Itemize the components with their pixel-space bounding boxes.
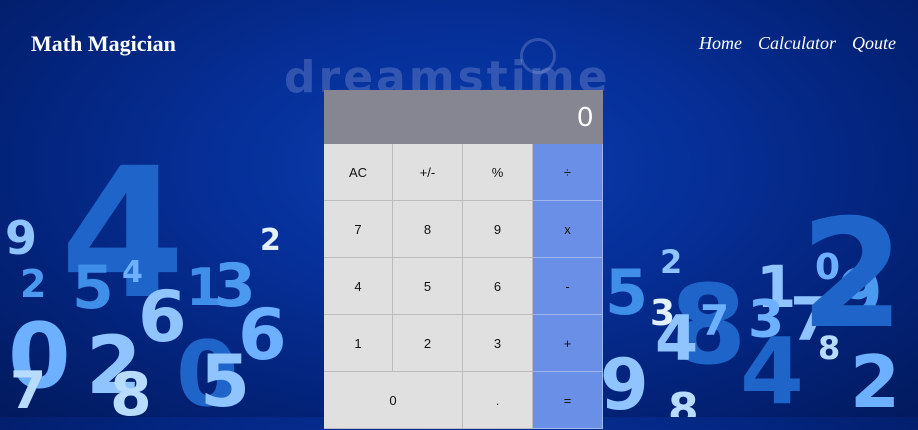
main-nav: Home Calculator Qoute [683,33,896,54]
key-decimal[interactable]: . [463,372,533,429]
bg-digit: 8 [110,360,152,417]
key-1[interactable]: 1 [324,315,393,372]
key-percent[interactable]: % [463,144,533,201]
nav-link-home[interactable]: Home [699,33,742,54]
bg-digit: 9 [600,344,649,417]
nav-link-calculator[interactable]: Calculator [758,33,836,54]
brand-title: Math Magician [31,31,176,56]
bg-digit: 7 [700,296,730,345]
bg-digit: 2 [850,340,901,417]
bg-digit: 5 [605,256,649,329]
calculator-keypad: AC +/- % ÷ 7 8 9 x 4 5 6 - 1 2 3 + 0 . = [324,144,603,429]
key-all-clear[interactable]: AC [324,144,393,201]
bg-digit: 5 [72,253,114,323]
key-equals[interactable]: = [533,372,603,429]
bg-digit: 9 [5,211,38,265]
bg-digit: 5 [200,339,251,417]
bg-digit: 4 [655,302,699,375]
bg-digit: 4 [740,318,805,418]
key-7[interactable]: 7 [324,201,393,258]
site-header: Math Magician Home Calculator Qoute [0,0,918,90]
key-4[interactable]: 4 [324,258,393,315]
key-0[interactable]: 0 [324,372,463,429]
calculator: 0 AC +/- % ÷ 7 8 9 x 4 5 6 - 1 2 3 + 0 .… [324,90,603,430]
key-2[interactable]: 2 [393,315,463,372]
key-5[interactable]: 5 [393,258,463,315]
key-add[interactable]: + [533,315,603,372]
nav-link-quote[interactable]: Qoute [852,33,896,54]
key-toggle-sign[interactable]: +/- [393,144,463,201]
bg-digit: 7 [10,361,47,417]
bg-digit: 8 [818,329,841,367]
bg-digit: 2 [20,262,47,306]
key-8[interactable]: 8 [393,201,463,258]
key-divide[interactable]: ÷ [533,144,603,201]
key-6[interactable]: 6 [463,258,533,315]
calculator-display: 0 [324,90,603,144]
key-9[interactable]: 9 [463,201,533,258]
bg-digit: 2 [800,188,905,362]
key-multiply[interactable]: x [533,201,603,258]
bg-digit: 2 [260,223,281,258]
key-subtract[interactable]: - [533,258,603,315]
key-3[interactable]: 3 [463,315,533,372]
bg-digit: 8 [668,384,699,418]
